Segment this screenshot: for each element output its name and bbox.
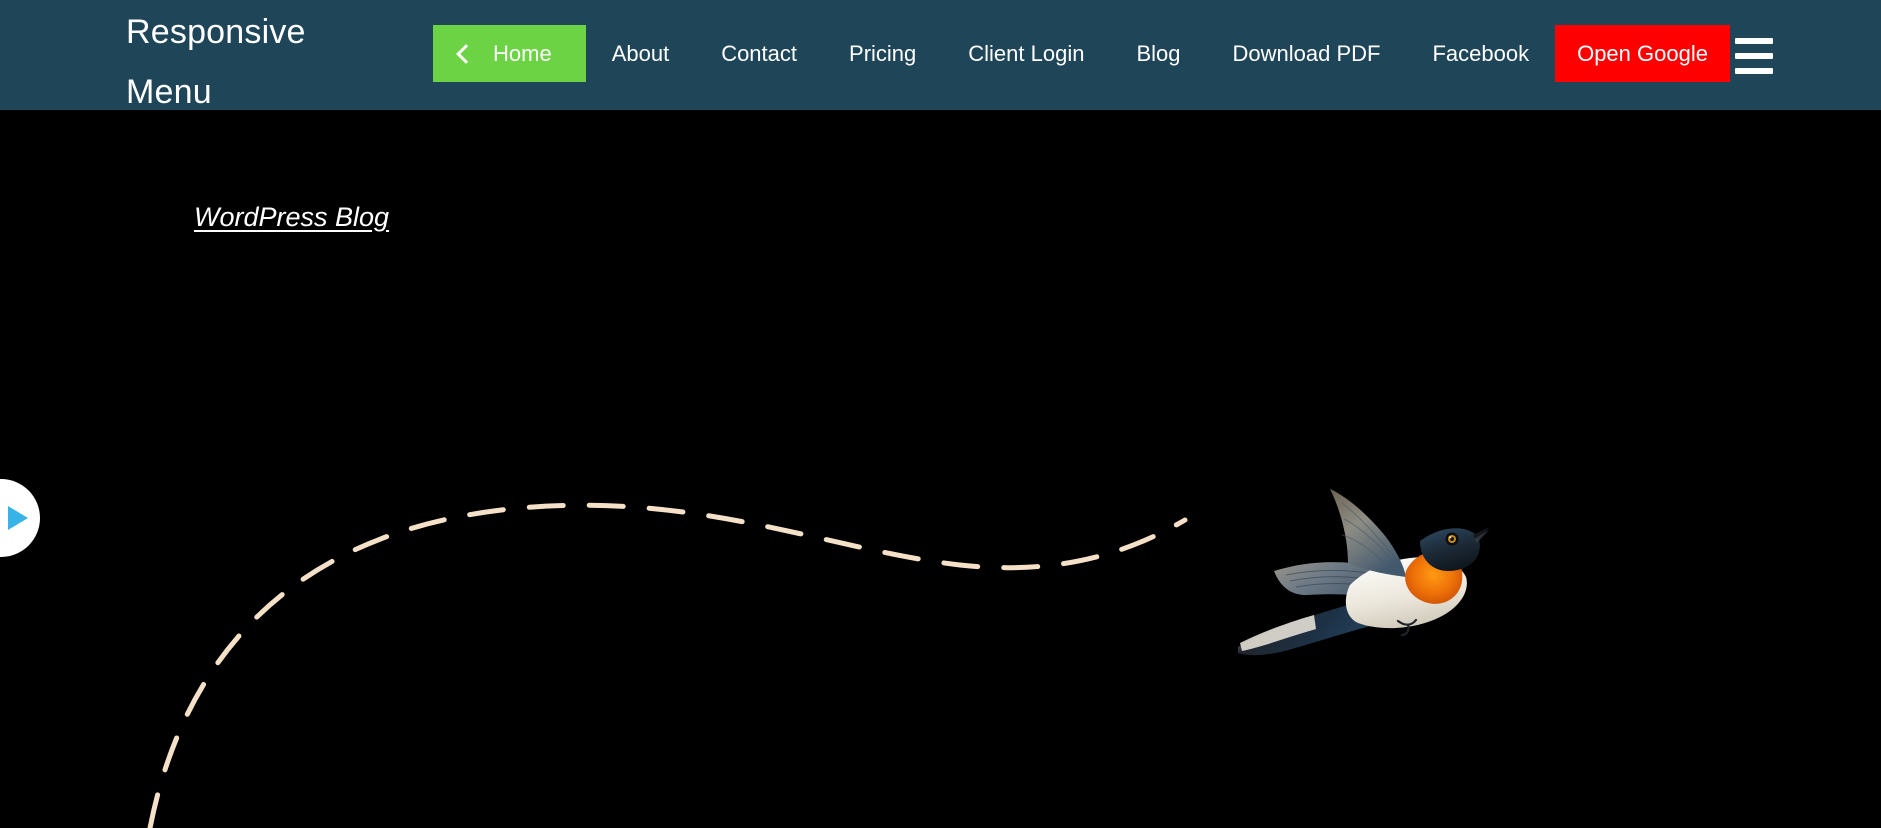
nav-item-label: Client Login — [968, 40, 1085, 66]
nav-item-facebook[interactable]: Facebook — [1406, 25, 1555, 82]
nav-item-pricing[interactable]: Pricing — [823, 25, 942, 82]
hamburger-bar — [1735, 68, 1773, 74]
nav-item-open-google[interactable]: Open Google — [1555, 25, 1730, 82]
play-triangle-icon — [8, 506, 28, 530]
nav-item-label: About — [611, 40, 670, 66]
wordpress-blog-link[interactable]: WordPress Blog — [194, 202, 389, 233]
hamburger-bar — [1735, 53, 1773, 59]
nav-item-client-login[interactable]: Client Login — [942, 25, 1110, 82]
hero-section: WordPress Blog — [0, 110, 1881, 828]
bird-illustration — [1238, 489, 1490, 656]
hamburger-bar — [1735, 38, 1773, 44]
nav-item-blog[interactable]: Blog — [1110, 25, 1206, 82]
slider-prev-button[interactable] — [0, 479, 40, 557]
nav-item-label: Open Google — [1577, 40, 1708, 66]
nav-item-label: Blog — [1136, 40, 1181, 66]
nav-item-home[interactable]: Home — [433, 25, 586, 82]
nav-item-download-pdf[interactable]: Download PDF — [1207, 25, 1407, 82]
nav-item-label: Download PDF — [1232, 40, 1381, 66]
nav-item-contact[interactable]: Contact — [695, 25, 823, 82]
nav-item-about[interactable]: About — [586, 25, 696, 82]
nav-item-label: Home — [493, 40, 552, 66]
primary-navigation: Home About Contact Pricing Client Login … — [433, 0, 1730, 110]
nav-item-label: Pricing — [849, 40, 917, 66]
nav-item-label: Contact — [721, 40, 798, 66]
brand-logo[interactable]: Responsive Menu — [126, 2, 341, 110]
nav-item-label: Facebook — [1432, 40, 1530, 66]
hamburger-icon[interactable] — [1735, 38, 1773, 74]
site-header: Responsive Menu Home About Contact Prici… — [0, 0, 1881, 110]
chevron-left-icon — [456, 43, 476, 64]
